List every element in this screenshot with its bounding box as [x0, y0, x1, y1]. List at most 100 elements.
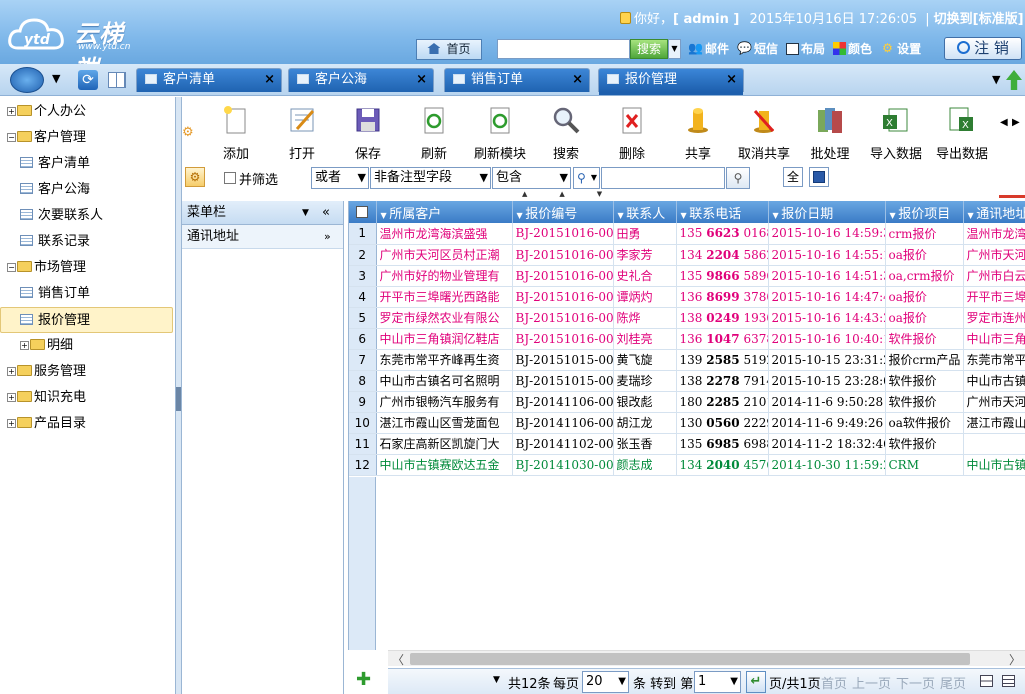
close-icon[interactable]: × — [416, 69, 427, 91]
and-filter-checkbox[interactable] — [224, 172, 236, 184]
chevron-down-icon[interactable]: ▼ — [52, 72, 60, 85]
sidebar-item-service-management[interactable]: + 服务管理 — [0, 359, 175, 385]
pager-dropdown-icon[interactable]: ▼ — [493, 675, 500, 685]
search-mode-select[interactable]: ⚲ ▼ — [573, 167, 600, 189]
goto-button[interactable]: ↵ — [746, 671, 766, 693]
toolbar-gear-icon[interactable]: ⚙ — [182, 125, 196, 140]
table-row[interactable]: 4 开平市三埠曙光西路能 BJ-20151016-003 谭炳灼 136 8699 37… — [349, 286, 1025, 308]
sidebar-item-knowledge[interactable]: + 知识充电 — [0, 385, 175, 411]
color-link[interactable]: 颜色 — [833, 40, 872, 57]
expand-icon[interactable]: + — [7, 367, 16, 376]
grid-view-icon[interactable] — [108, 72, 126, 88]
close-icon[interactable]: × — [572, 69, 583, 91]
logic-select[interactable]: 或者 ▼ — [311, 167, 369, 189]
switch-version-link[interactable]: 切换到[标准版] — [934, 12, 1024, 27]
filter-value-input[interactable] — [601, 167, 725, 189]
sms-link[interactable]: 💬 短信 — [737, 40, 778, 57]
table-row[interactable]: 6 中山市三角镇润亿鞋店 BJ-20151016-001 刘桂亮 136 1047 63… — [349, 328, 1025, 350]
table-row[interactable]: 2 广州市天河区员村正潮 BJ-20151016-005 李家芳 134 2204 58… — [349, 244, 1025, 266]
sidebar-item-sales-orders[interactable]: 销售订单 — [0, 281, 175, 307]
tab-sales-orders[interactable]: 销售订单 × — [444, 68, 590, 92]
scroll-thumb[interactable] — [410, 653, 970, 665]
next-page-link[interactable]: 下一页 — [896, 673, 935, 692]
export-button[interactable]: X 导出数据 — [932, 103, 992, 162]
table-row[interactable]: 1温州市龙湾海滨盛强BJ-20151016-006田勇135 6623 0168… — [349, 223, 1025, 245]
sidebar-item-product-catalog[interactable]: + 产品目录 — [0, 411, 175, 437]
collapse-handle-icon[interactable] — [176, 387, 181, 411]
close-icon[interactable]: × — [264, 69, 275, 91]
mail-link[interactable]: 👥 邮件 — [688, 40, 729, 57]
col-header-customer[interactable]: ▼ 所属客户 — [376, 201, 513, 223]
save-button[interactable]: 保存 — [338, 103, 398, 162]
prev-page-link[interactable]: 上一页 — [852, 673, 891, 692]
tab-customer-pool[interactable]: 客户公海 × — [288, 68, 434, 92]
split-view-icon[interactable] — [980, 675, 993, 687]
page-select[interactable]: 1 ▼ — [694, 671, 741, 693]
col-header-code[interactable]: ▼ 报价编号 — [512, 201, 614, 223]
expand-icon[interactable]: + — [7, 393, 16, 402]
global-search-input[interactable] — [497, 39, 630, 59]
horizontal-scrollbar[interactable]: 〈 〉 — [388, 650, 1025, 668]
scroll-left-icon[interactable]: 〈 — [392, 651, 404, 668]
sidebar-item-customer-list[interactable]: 客户清单 — [0, 151, 175, 177]
search-dropdown-button[interactable]: ▼ — [668, 39, 681, 59]
per-page-select[interactable]: 20 ▼ — [582, 671, 629, 693]
sidebar-item-contact-records[interactable]: 联系记录 — [0, 229, 175, 255]
close-icon[interactable]: × — [726, 69, 737, 91]
settings-link[interactable]: ⚙ 设置 — [880, 40, 921, 57]
logout-button[interactable]: 注 销 — [944, 37, 1022, 60]
tab-customer-list[interactable]: 客户清单 × — [136, 68, 282, 92]
collapse-icon[interactable]: − — [7, 133, 16, 142]
sidebar-item-details[interactable]: + 明细 — [0, 333, 175, 359]
filter-search-button[interactable]: ⚲ — [726, 167, 750, 189]
col-header-date[interactable]: ▼ 报价日期 — [768, 201, 886, 223]
toolbar-scroll-right-icon[interactable]: ▶ — [1012, 117, 1020, 128]
unshare-button[interactable]: 取消共享 — [734, 103, 794, 162]
search-button[interactable]: 搜索 — [536, 103, 596, 162]
filter-settings-icon[interactable]: ⚙ — [185, 167, 205, 187]
global-search-button[interactable]: 搜索 — [630, 39, 668, 59]
collapse-icon[interactable]: − — [7, 263, 16, 272]
toolbar-scroll-left-icon[interactable]: ◀ — [1000, 117, 1008, 128]
sidebar-item-market-management[interactable]: − 市场管理 — [0, 255, 175, 281]
scroll-right-icon[interactable]: 〉 — [1009, 651, 1021, 668]
sidebar-item-customer-pool[interactable]: 客户公海 — [0, 177, 175, 203]
refresh-module-button[interactable]: 刷新模块 — [470, 103, 530, 162]
delete-button[interactable]: 删除 — [602, 103, 662, 162]
col-header-address[interactable]: ▼ 通讯地址 — [963, 201, 1025, 223]
arrow-up-icon[interactable] — [1006, 70, 1022, 90]
expand-icon[interactable]: + — [20, 341, 29, 350]
first-page-link[interactable]: 首页 — [821, 673, 847, 692]
field-select[interactable]: 非备注型字段 ▼ — [370, 167, 491, 189]
sidebar-item-secondary-contacts[interactable]: 次要联系人 — [0, 203, 175, 229]
layout-link[interactable]: 布局 — [786, 40, 825, 57]
select-all-button[interactable]: 全 — [783, 167, 803, 187]
panel-toggle-arrows[interactable]: ▲▲▼ — [522, 190, 662, 198]
chevron-down-icon[interactable]: ▼ — [302, 201, 309, 225]
tab-list-dropdown-icon[interactable]: ▼ — [992, 73, 1000, 86]
open-button[interactable]: 打开 — [272, 103, 332, 162]
app-menu-icon[interactable] — [10, 67, 44, 93]
last-page-link[interactable]: 尾页 — [940, 673, 966, 692]
tab-quotation-management[interactable]: 报价管理 × — [598, 68, 744, 95]
table-row[interactable]: 11 石家庄高新区凯旋门大 BJ-20141102-001 张玉香 135 6985 6… — [349, 433, 1025, 455]
table-row[interactable]: 5 罗定市绿然农业有限公 BJ-20151016-002 陈烨 138 0249 193… — [349, 307, 1025, 329]
col-header-item[interactable]: ▼ 报价项目 — [885, 201, 964, 223]
list-view-icon[interactable] — [1002, 675, 1015, 687]
expand-icon[interactable]: + — [7, 419, 16, 428]
checkbox-icon[interactable] — [356, 205, 368, 218]
share-button[interactable]: 共享 — [668, 103, 728, 162]
expand-icon[interactable]: + — [7, 107, 16, 116]
select-all-header[interactable] — [349, 201, 377, 223]
refresh-tab-icon[interactable]: ⟳ — [78, 70, 98, 90]
batch-button[interactable]: 批处理 — [800, 103, 860, 162]
sidebar-item-personal-office[interactable]: + 个人办公 — [0, 99, 175, 125]
operator-select[interactable]: 包含 ▼ — [492, 167, 571, 189]
table-row[interactable]: 10 湛江市霞山区雪茏面包 BJ-20141106-001 胡江龙 130 0560 2… — [349, 412, 1025, 434]
add-button[interactable]: 添加 — [206, 103, 266, 162]
table-row[interactable]: 3 广州市好的物业管理有 BJ-20151016-004 史礼合 135 9866 58… — [349, 265, 1025, 287]
col-header-contact[interactable]: ▼ 联系人 — [613, 201, 677, 223]
col-header-phone[interactable]: ▼ 联系电话 — [676, 201, 769, 223]
table-row[interactable]: 9 广州市银畅汽车服务有 BJ-20141106-002 银改彪 180 2285 21… — [349, 391, 1025, 413]
table-row[interactable]: 12 中山市古镇赛欧达五金 BJ-20141030-001 颜志成 134 2040 4… — [349, 454, 1025, 476]
